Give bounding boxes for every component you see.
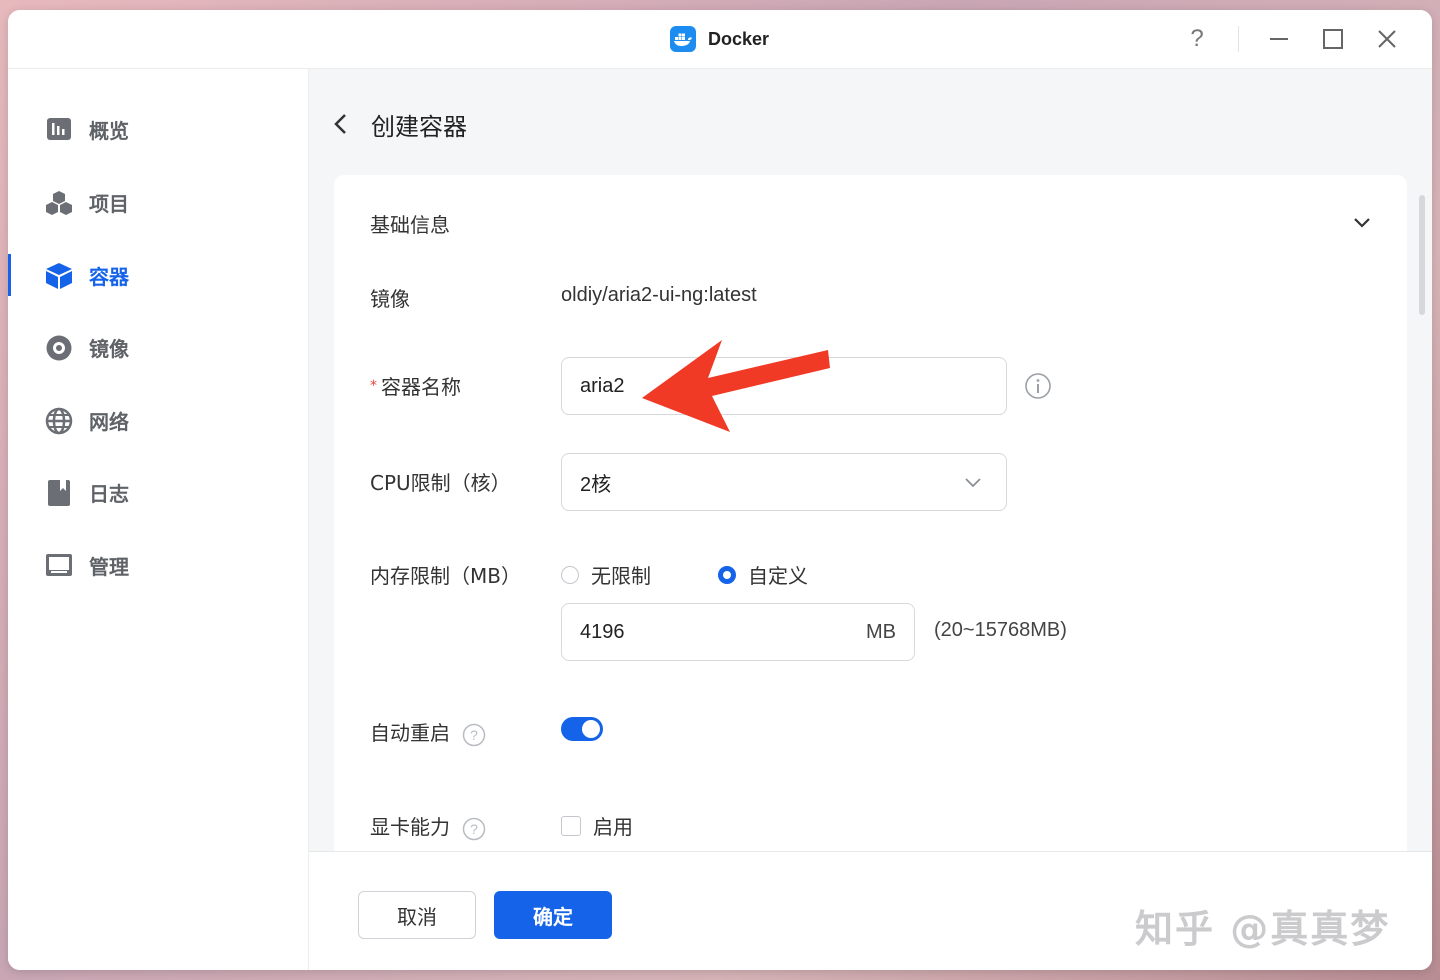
- minimize-button[interactable]: [1264, 24, 1294, 54]
- basic-info-card: 基础信息 镜像 oldiy/aria2-ui-ng:latest *容器名称 C…: [334, 175, 1407, 875]
- checkbox-label: 启用: [593, 815, 633, 839]
- radio-label: 无限制: [591, 564, 651, 588]
- sidebar-item-network[interactable]: 网络: [8, 395, 308, 445]
- container-name-label-text: 容器名称: [381, 375, 461, 399]
- title-bar: Docker ?: [8, 10, 1432, 69]
- close-button[interactable]: [1372, 24, 1402, 54]
- confirm-button[interactable]: 确定: [494, 891, 612, 939]
- chevron-down-icon: [964, 477, 986, 488]
- annotation-arrow-icon: [642, 340, 830, 432]
- auto-restart-label-text: 自动重启: [370, 721, 450, 745]
- maximize-icon: [1323, 29, 1343, 49]
- box-icon: [44, 261, 74, 291]
- disc-icon: [44, 333, 74, 363]
- sidebar-item-management[interactable]: 管理: [8, 540, 308, 590]
- sidebar-item-projects[interactable]: 项目: [8, 177, 308, 227]
- page-title: 创建容器: [371, 112, 467, 141]
- memory-label: 内存限制（MB）: [370, 564, 521, 588]
- docker-logo-icon: [670, 26, 696, 52]
- sidebar: 概览 项目 容器 镜像 网络 日志 管理: [8, 69, 309, 970]
- main-content: 创建容器 基础信息 镜像 oldiy/aria2-ui-ng:latest * 容…: [309, 69, 1432, 970]
- gpu-label: 显卡能力 ?: [370, 811, 486, 841]
- log-book-icon: [44, 478, 74, 508]
- toggle-knob: [582, 720, 600, 738]
- cpu-label: CPU限制（核）: [370, 471, 511, 495]
- sidebar-item-label: 项目: [89, 191, 129, 216]
- container-name-label: * 容器名称: [370, 371, 461, 400]
- cubes-icon: [44, 188, 74, 218]
- sidebar-item-label: 容器: [89, 264, 129, 289]
- memory-unlimited-radio[interactable]: 无限制: [561, 560, 651, 589]
- sidebar-item-logs[interactable]: 日志: [8, 467, 308, 517]
- required-mark: *: [370, 378, 377, 394]
- chevron-down-icon: [1354, 218, 1370, 228]
- sidebar-item-overview[interactable]: 概览: [8, 104, 308, 154]
- chart-icon: [44, 115, 74, 145]
- watermark: 知乎 @真真梦: [1135, 907, 1391, 951]
- close-icon: [1378, 30, 1396, 48]
- auto-restart-label: 自动重启 ?: [370, 717, 486, 747]
- memory-custom-radio[interactable]: 自定义: [718, 560, 808, 589]
- docker-window: Docker ? 概览 项目 容器 镜像 网络 日志 管理 创建容器 基础信息 …: [8, 10, 1432, 970]
- memory-range-hint: (20~15768MB): [934, 619, 1067, 641]
- info-icon[interactable]: [1024, 372, 1052, 400]
- radio-circle: [718, 565, 736, 584]
- image-value: oldiy/aria2-ui-ng:latest: [561, 284, 757, 306]
- controls-divider: [1238, 26, 1239, 52]
- gpu-enable-checkbox[interactable]: 启用: [561, 811, 633, 840]
- svg-text:?: ?: [470, 727, 478, 743]
- memory-input[interactable]: [562, 620, 866, 644]
- sidebar-item-label: 日志: [89, 481, 129, 506]
- maximize-button[interactable]: [1318, 24, 1348, 54]
- image-label: 镜像: [370, 287, 410, 311]
- checkbox-box: [561, 815, 581, 836]
- radio-label: 自定义: [748, 564, 808, 588]
- section-title: 基础信息: [370, 213, 450, 237]
- sidebar-item-label: 网络: [89, 409, 129, 434]
- cpu-select[interactable]: 2核: [561, 453, 1007, 511]
- title-area: Docker: [670, 26, 769, 52]
- cancel-button[interactable]: 取消: [358, 891, 476, 939]
- globe-icon: [44, 406, 74, 436]
- radio-circle: [561, 565, 579, 584]
- question-icon[interactable]: ?: [462, 817, 486, 841]
- collapse-button[interactable]: [1350, 211, 1374, 235]
- gpu-label-text: 显卡能力: [370, 815, 450, 839]
- monitor-icon: [44, 551, 74, 581]
- minimize-icon: [1270, 38, 1288, 40]
- back-button[interactable]: [333, 109, 357, 139]
- sidebar-item-containers[interactable]: 容器: [8, 250, 308, 300]
- svg-text:?: ?: [470, 821, 478, 837]
- app-title: Docker: [708, 28, 770, 49]
- cpu-selected-value: 2核: [580, 473, 612, 496]
- sidebar-item-label: 镜像: [89, 336, 129, 361]
- footer-bar: 取消 确定 知乎 @真真梦: [309, 851, 1432, 970]
- help-button[interactable]: ?: [1182, 24, 1212, 54]
- sidebar-item-label: 概览: [89, 118, 129, 143]
- memory-unit: MB: [866, 620, 896, 643]
- question-icon[interactable]: ?: [462, 723, 486, 747]
- page-header: 创建容器: [333, 109, 467, 141]
- sidebar-item-images[interactable]: 镜像: [8, 322, 308, 372]
- auto-restart-toggle[interactable]: [561, 717, 603, 741]
- sidebar-item-label: 管理: [89, 554, 129, 579]
- scrollbar[interactable]: [1419, 195, 1425, 315]
- memory-field[interactable]: MB: [561, 603, 915, 661]
- chevron-left-icon: [334, 114, 346, 134]
